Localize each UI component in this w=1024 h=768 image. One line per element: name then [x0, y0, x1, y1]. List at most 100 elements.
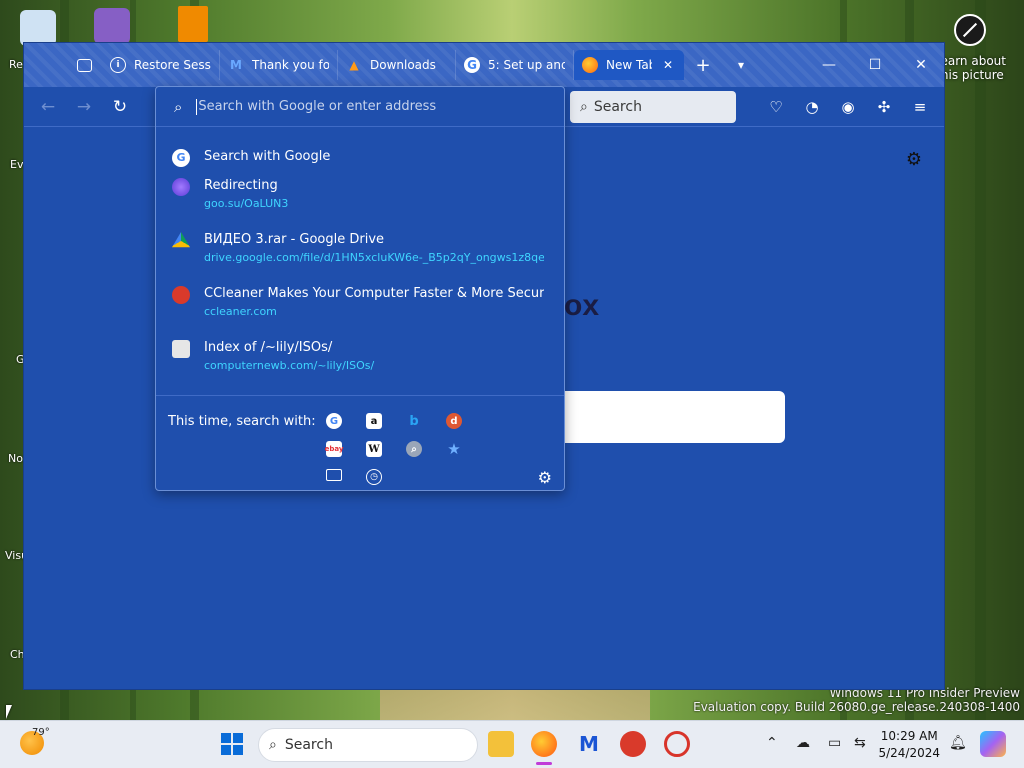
ccleaner-icon [172, 286, 190, 304]
search-engine-icon[interactable]: ⌕ [406, 441, 422, 457]
minimize-button[interactable]: — [806, 43, 852, 87]
tab-thank-you[interactable]: M Thank you for [220, 50, 338, 80]
results-list: G Search with Google Redirecting goo.su/… [156, 127, 564, 393]
arrow-left-icon: ← [40, 97, 56, 117]
system-clock[interactable]: 10:29 AM 5/24/2024 [878, 728, 940, 762]
taskbar: 79° ⌕ Search M ⌃ ☁ ▭ ⇆ 10:29 AM 5/24/202… [0, 720, 1024, 768]
bookmarks-star-icon[interactable]: ★ [446, 440, 462, 458]
network-icon[interactable]: ⇆ [854, 735, 866, 751]
malwarebytes-icon: M [230, 58, 242, 72]
start-button[interactable] [219, 731, 245, 757]
minimize-icon: — [822, 57, 836, 73]
bing-engine-icon[interactable]: b [406, 413, 422, 429]
notification-bell-icon[interactable]: 🔔︎ [949, 735, 967, 751]
toolbar-search-box[interactable]: ⌕ Search [570, 91, 736, 123]
maximize-button[interactable]: ☐ [852, 43, 898, 87]
result-search-google[interactable]: G Search with Google [156, 137, 564, 177]
mouse-cursor [6, 705, 12, 719]
list-all-tabs-button[interactable]: ▾ [722, 50, 760, 80]
menu-button[interactable]: ≡ [906, 93, 934, 121]
show-hidden-icons-chevron-up-icon[interactable]: ⌃ [766, 735, 778, 751]
malwarebytes-taskbar-icon[interactable]: M [576, 731, 602, 757]
running-indicator [536, 762, 552, 765]
result-index-isos[interactable]: Index of /~lily/ISOs/ computernewb.com/~… [156, 339, 564, 393]
tab-restore-session[interactable]: i Restore Session [102, 50, 220, 80]
forward-button[interactable]: → [70, 93, 98, 121]
one-off-search-engines: This time, search with: G a b d ebay W ⌕… [156, 396, 564, 500]
tab-downloads[interactable]: ▲ Downloads [338, 50, 456, 80]
close-window-button[interactable]: ✕ [898, 43, 944, 87]
google-drive-icon [172, 232, 190, 248]
puzzle-icon: ✣ [877, 98, 891, 116]
pie-icon: ◔ [805, 98, 819, 116]
vlc-icon: ▲ [349, 58, 359, 72]
tab-new-tab[interactable]: New Tab ✕ [574, 50, 684, 80]
google-engine-icon[interactable]: G [326, 413, 342, 429]
maximize-icon: ☐ [868, 57, 882, 73]
wikipedia-engine-icon[interactable]: W [366, 441, 382, 457]
firefox-taskbar-icon[interactable] [531, 731, 557, 757]
pocket-icon: ♡ [769, 98, 783, 116]
history-clock-icon[interactable]: ◷ [366, 469, 382, 485]
windows-logo-icon [221, 733, 243, 755]
close-tab-icon[interactable]: ✕ [660, 57, 676, 73]
account-icon: ◉ [841, 98, 855, 116]
copilot-icon[interactable] [980, 731, 1006, 757]
redirect-icon [172, 178, 190, 196]
new-tab-button[interactable]: + [684, 50, 722, 80]
search-icon: ⌕ [174, 97, 183, 116]
back-button[interactable]: ← [34, 93, 62, 121]
account-button[interactable]: ◉ [834, 93, 862, 121]
ccleaner-taskbar-icon[interactable] [620, 731, 646, 757]
recycle-bin-icon[interactable] [20, 10, 56, 46]
firefox-view-button[interactable] [66, 50, 102, 80]
display-icon[interactable]: ▭ [828, 735, 841, 751]
pocket-button[interactable]: ♡ [762, 93, 790, 121]
spotlight-icon [954, 14, 986, 46]
reload-icon: ↻ [112, 97, 128, 117]
weather-temperature: 79° [32, 727, 50, 738]
google-search-icon: G [172, 148, 190, 167]
ebay-engine-icon[interactable]: ebay [325, 441, 343, 457]
duckduckgo-engine-icon[interactable]: d [446, 413, 462, 429]
close-icon: ✕ [915, 57, 927, 73]
taskbar-search[interactable]: ⌕ Search [258, 728, 478, 762]
extensions-button[interactable]: ✣ [870, 93, 898, 121]
tab-bar: i Restore Session M Thank you for ▲ Down… [24, 43, 944, 87]
amazon-engine-icon[interactable]: a [366, 413, 382, 429]
file-explorer-icon[interactable] [488, 731, 514, 757]
plus-icon: + [695, 54, 711, 76]
onedrive-off-icon[interactable]: ☁ [796, 735, 810, 751]
visual-studio-icon[interactable] [94, 8, 130, 44]
urlbar-dropdown: ⌕ G Search with Google Redirecting goo.s… [155, 86, 565, 491]
info-icon: i [110, 57, 126, 73]
result-ccleaner[interactable]: CCleaner Makes Your Computer Faster & Mo… [156, 285, 564, 339]
google-icon: G [464, 57, 480, 73]
search-icon: ⌕ [269, 737, 277, 753]
gear-icon[interactable]: ⚙ [906, 149, 922, 170]
firefox-view-icon [76, 58, 92, 72]
desktop-label: Re [9, 58, 23, 71]
search-icon: ⌕ [580, 99, 588, 115]
result-google-drive[interactable]: ВИДЕО 3.rar - Google Drive drive.google.… [156, 231, 564, 285]
firefox-icon [582, 57, 598, 73]
result-redirecting[interactable]: Redirecting goo.su/OaLUN3 [156, 177, 564, 231]
desktop-label: No [8, 452, 23, 465]
text-caret [196, 98, 198, 115]
page-search-input[interactable] [534, 391, 785, 443]
desktop-label: Ev [10, 158, 24, 171]
reload-button[interactable]: ↻ [106, 93, 134, 121]
arrow-right-icon: → [76, 97, 92, 117]
chevron-down-icon: ▾ [737, 58, 745, 72]
app-taskbar-icon[interactable] [664, 731, 690, 757]
page-icon [172, 340, 190, 358]
tabs-icon[interactable] [326, 469, 342, 481]
search-settings-gear-icon[interactable]: ⚙ [538, 468, 552, 487]
theme-button[interactable]: ◔ [798, 93, 826, 121]
urlbar[interactable]: ⌕ [156, 87, 564, 127]
tab-setup[interactable]: G 5: Set up and [456, 50, 574, 80]
url-input[interactable] [198, 99, 539, 114]
vlc-desktop-icon[interactable] [178, 6, 208, 42]
windows-watermark: Windows 11 Pro Insider Preview Evaluatio… [693, 686, 1020, 714]
firefox-wordmark: ox [564, 289, 600, 322]
